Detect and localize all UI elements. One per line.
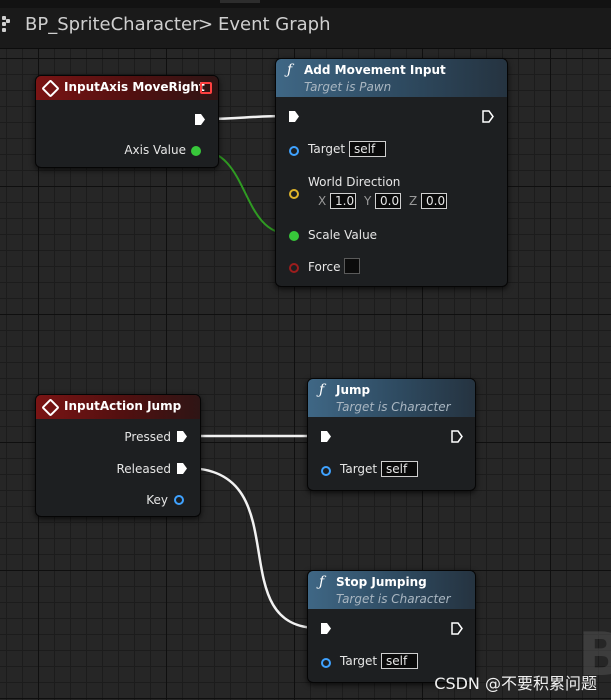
node-inputaction-jump[interactable]: InputAction Jump Pressed Released Key <box>35 394 201 517</box>
world-direction-pin[interactable] <box>289 189 299 199</box>
z-field[interactable]: 0.0 <box>421 193 447 209</box>
scale-value-pin[interactable] <box>289 231 299 241</box>
delegate-pin-icon[interactable] <box>200 82 212 94</box>
x-label: X <box>318 194 327 208</box>
node-title: Add Movement Input <box>304 63 446 77</box>
target-field[interactable]: self <box>381 461 418 477</box>
node-add-movement-input[interactable]: ƒ Add Movement Input Target is Pawn Targ… <box>275 58 508 287</box>
scale-value-label: Scale Value <box>308 228 378 242</box>
exec-out-pin[interactable] <box>194 113 206 126</box>
node-title: InputAction Jump <box>64 399 182 413</box>
node-title: Stop Jumping <box>336 575 427 589</box>
function-icon: ƒ <box>319 382 325 398</box>
node-inputaxis-moveright[interactable]: InputAxis MoveRight Axis Value <box>35 75 219 168</box>
node-subtitle: Target is Character <box>336 400 451 414</box>
exec-wire-released <box>185 466 319 630</box>
exec-out-pin[interactable] <box>482 110 494 123</box>
force-pin[interactable] <box>289 263 299 273</box>
exec-in-pin[interactable] <box>320 622 332 635</box>
force-checkbox[interactable] <box>344 258 360 274</box>
pressed-label: Pressed <box>124 430 171 444</box>
key-label: Key <box>146 493 168 507</box>
node-title: InputAxis MoveRight <box>64 80 205 94</box>
exec-out-pin[interactable] <box>451 430 463 443</box>
z-label: Z <box>409 194 418 208</box>
axis-value-pin[interactable] <box>191 146 201 156</box>
exec-in-pin[interactable] <box>288 110 300 123</box>
x-field[interactable]: 1.0 <box>330 193 356 209</box>
world-direction-label: World Direction <box>308 175 401 189</box>
target-pin[interactable] <box>289 146 299 156</box>
y-field[interactable]: 0.0 <box>375 193 401 209</box>
target-field[interactable]: self <box>349 141 386 157</box>
function-icon: ƒ <box>287 62 293 78</box>
released-exec-pin[interactable] <box>176 462 188 475</box>
target-label: Target <box>340 462 378 476</box>
y-label: Y <box>364 194 372 208</box>
function-icon: ƒ <box>319 574 325 590</box>
axis-value-label: Axis Value <box>124 143 186 157</box>
exec-out-pin[interactable] <box>451 622 463 635</box>
key-pin[interactable] <box>174 495 184 505</box>
target-label: Target <box>340 654 378 668</box>
force-label: Force <box>308 260 341 274</box>
node-stop-jumping[interactable]: ƒ Stop Jumping Target is Character Targe… <box>307 570 476 683</box>
pressed-exec-pin[interactable] <box>176 430 188 443</box>
target-pin[interactable] <box>321 658 331 668</box>
node-jump[interactable]: ƒ Jump Target is Character Target self <box>307 378 476 491</box>
target-field[interactable]: self <box>381 653 418 669</box>
node-subtitle: Target is Pawn <box>304 80 392 94</box>
node-subtitle: Target is Character <box>336 592 451 606</box>
target-label: Target <box>308 142 346 156</box>
released-label: Released <box>116 462 171 476</box>
target-pin[interactable] <box>321 466 331 476</box>
watermark-text: CSDN @不要积累问题 <box>434 674 597 693</box>
node-title: Jump <box>336 383 371 397</box>
exec-in-pin[interactable] <box>320 430 332 443</box>
